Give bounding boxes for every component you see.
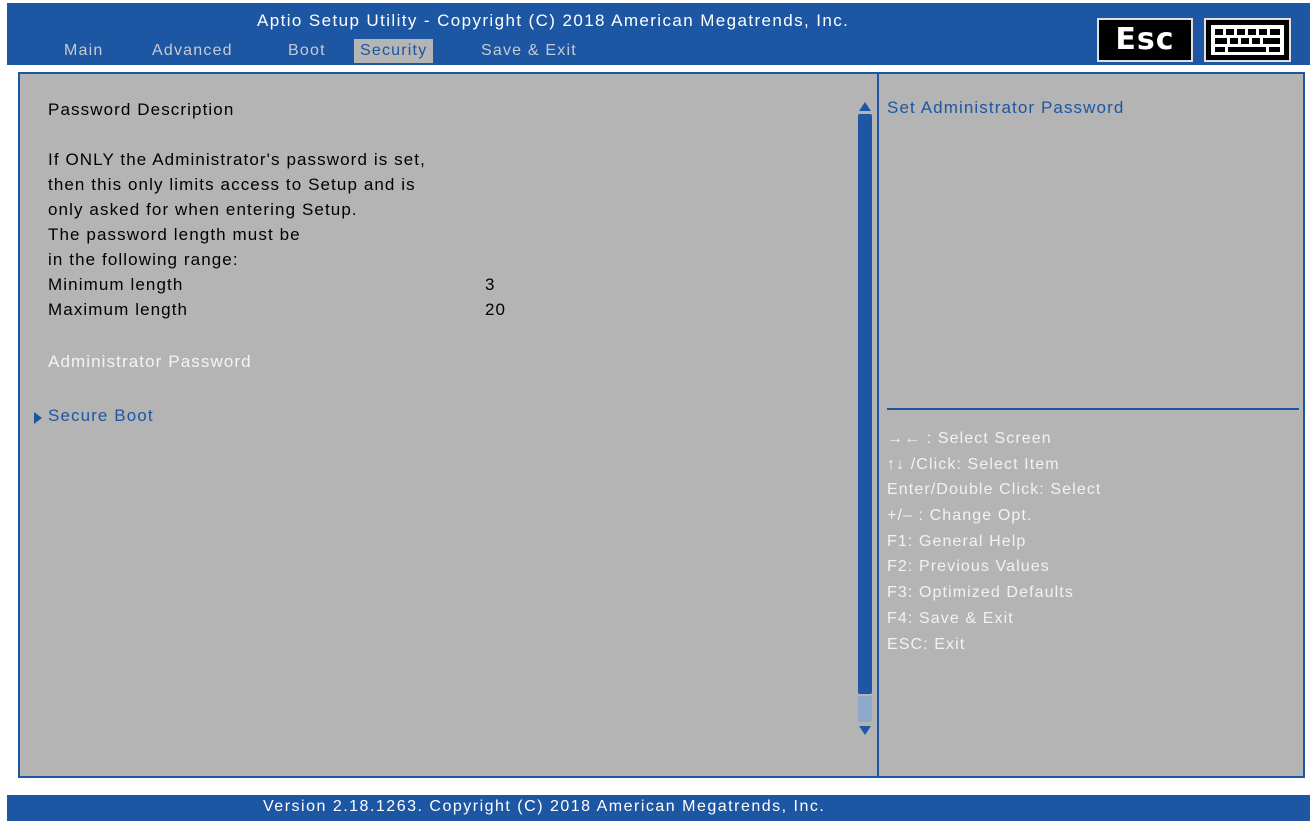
key-hint: Enter/Double Click: Select — [887, 481, 1102, 499]
administrator-password-item[interactable]: Administrator Password — [48, 352, 252, 372]
help-divider — [887, 408, 1299, 410]
tab-advanced[interactable]: Advanced — [152, 39, 233, 63]
submenu-arrow-icon — [34, 412, 42, 424]
key-hint: +/– : Change Opt. — [887, 507, 1033, 525]
app-title: Aptio Setup Utility - Copyright (C) 2018… — [257, 11, 850, 30]
description-line: If ONLY the Administrator's password is … — [48, 150, 426, 169]
main-area: Password Description If ONLY the Adminis… — [7, 65, 1310, 786]
help-title: Set Administrator Password — [887, 98, 1125, 117]
esc-button[interactable]: Esc — [1097, 18, 1193, 62]
keyboard-icon[interactable] — [1204, 18, 1291, 62]
scroll-up-icon[interactable] — [859, 102, 871, 111]
description-line: only asked for when entering Setup. — [48, 200, 358, 219]
key-legend: →← : Select Screen ↑↓ /Click: Select Ite… — [887, 430, 1101, 661]
description-line: then this only limits access to Setup an… — [48, 175, 416, 194]
header-bar: Aptio Setup Utility - Copyright (C) 2018… — [7, 3, 1310, 65]
secure-boot-item[interactable]: Secure Boot — [48, 406, 154, 426]
min-length-value: 3 — [485, 275, 496, 294]
setup-panel: Password Description If ONLY the Adminis… — [18, 72, 1305, 778]
key-hint: F1: General Help — [887, 532, 1027, 550]
key-hint: F3: Optimized Defaults — [887, 584, 1074, 602]
scrollbar-thumb[interactable] — [858, 114, 872, 694]
scrollbar-track-end — [858, 696, 872, 722]
tab-boot[interactable]: Boot — [288, 39, 326, 63]
key-hint: ESC: Exit — [887, 635, 966, 653]
help-pane: Set Administrator Password →← : Select S… — [879, 74, 1303, 776]
max-length-value: 20 — [485, 300, 507, 319]
keyboard-icon-graphic — [1211, 25, 1284, 55]
version-text: Version 2.18.1263. Copyright (C) 2018 Am… — [263, 798, 826, 815]
scroll-down-icon[interactable] — [859, 726, 871, 735]
footer-bar: Version 2.18.1263. Copyright (C) 2018 Am… — [7, 795, 1310, 821]
bios-setup-screen: Aptio Setup Utility - Copyright (C) 2018… — [0, 0, 1316, 821]
description-line: in the following range: — [48, 250, 239, 269]
min-length-label: Minimum length — [48, 275, 184, 294]
description-line: The password length must be — [48, 225, 301, 244]
key-hint: F2: Previous Values — [887, 558, 1050, 576]
tab-save-exit[interactable]: Save & Exit — [481, 39, 577, 63]
key-hint: F4: Save & Exit — [887, 609, 1014, 627]
section-title: Password Description — [48, 100, 235, 119]
max-length-label: Maximum length — [48, 300, 189, 319]
tab-main[interactable]: Main — [64, 39, 103, 63]
key-hint: ↑↓ /Click: Select Item — [887, 455, 1060, 473]
tab-security[interactable]: Security — [354, 39, 434, 63]
key-hint: →← : Select Screen — [887, 430, 1052, 447]
settings-pane: Password Description If ONLY the Adminis… — [20, 74, 877, 776]
